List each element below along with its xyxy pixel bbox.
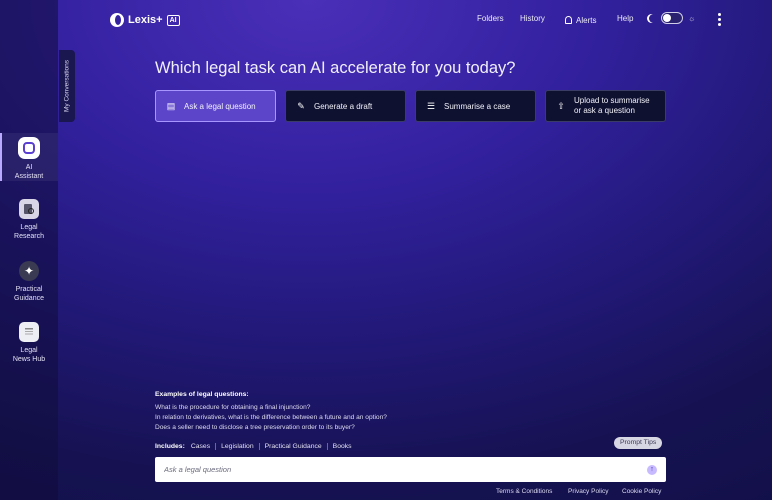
my-conversations-tab[interactable]: My Conversations [59,50,75,122]
lexis-logo-icon [110,13,124,27]
chat-icon: ▤ [166,100,176,111]
cookie-link[interactable]: Cookie Policy [622,488,661,495]
nav-alerts-label: Alerts [576,15,597,25]
source-practical-guidance: Practical Guidance [258,443,327,450]
nav-alerts[interactable]: Alerts [565,14,596,26]
ai-badge: AI [166,14,180,26]
left-nav-rail: AI Assistant Legal Research ✦ Practical … [0,0,58,500]
sidebar-item-label: Research [14,233,44,240]
legal-research-icon [19,199,39,219]
theme-toggle[interactable] [661,12,683,24]
source-cases: Cases [190,443,211,450]
source-books: Books [326,443,357,450]
sidebar-item-legal-research[interactable]: Legal Research [0,199,58,241]
sidebar-item-label: Assistant [14,173,44,180]
nav-folders[interactable]: Folders [477,14,504,26]
privacy-link[interactable]: Privacy Policy [568,488,608,495]
includes-sources: Includes: Cases Legislation Practical Gu… [155,443,357,450]
example-question[interactable]: What is the procedure for obtaining a fi… [155,404,310,411]
sidebar-item-practical-guidance[interactable]: ✦ Practical Guidance [0,261,58,303]
nav-help[interactable]: Help [617,14,633,26]
page-title: Which legal task can AI accelerate for y… [155,59,516,77]
sidebar-item-label: Legal [20,347,38,354]
task-ask-legal-question[interactable]: ▤ Ask a legal question [155,90,276,122]
sidebar-item-ai-assistant[interactable]: AI Assistant [0,133,58,181]
sidebar-item-label: Practical [15,286,43,293]
app-name: Lexis+ [128,14,163,26]
task-label: Upload to summarise or ask a question [574,96,650,115]
sidebar-item-label: News Hub [12,356,46,363]
sun-icon: ☼ [688,13,696,23]
task-generate-draft[interactable]: ✎ Generate a draft [285,90,406,122]
task-summarise-case[interactable]: ☰ Summarise a case [415,90,536,122]
examples-title: Examples of legal questions: [155,391,249,398]
practical-guidance-icon: ✦ [19,261,39,281]
task-label: Summarise a case [444,101,511,111]
question-input[interactable] [164,465,647,474]
question-input-box: ↑ [155,457,666,482]
bell-icon [565,16,572,24]
ai-assistant-icon [18,137,40,159]
example-question[interactable]: Does a seller need to disclose a tree pr… [155,424,355,431]
sidebar-item-label: AI [25,164,33,171]
sidebar-item-label: Guidance [14,295,44,302]
send-icon[interactable]: ↑ [647,464,657,475]
sidebar-item-label: Legal [20,224,38,231]
task-upload[interactable]: ⇧ Upload to summarise or ask a question [545,90,666,122]
moon-icon [649,14,658,23]
theme-switch: ☼ [647,12,695,24]
nav-history[interactable]: History [520,14,545,26]
upload-icon: ⇧ [557,101,565,111]
sidebar-item-legal-news-hub[interactable]: Legal News Hub [0,322,58,364]
includes-label: Includes: [155,443,185,450]
news-hub-icon [19,322,39,342]
task-label: Generate a draft [314,101,373,111]
list-icon: ☰ [426,100,436,111]
draft-icon: ✎ [297,100,305,111]
my-conversations-label: My Conversations [63,59,71,113]
terms-link[interactable]: Terms & Conditions [496,488,552,495]
source-legislation: Legislation [215,443,259,450]
prompt-tips-button[interactable]: Prompt Tips [614,437,663,449]
more-options-icon[interactable] [718,13,721,26]
task-label: Ask a legal question [184,101,256,111]
lexis-logo[interactable]: Lexis+ AI [110,12,180,28]
example-question[interactable]: In relation to derivatives, what is the … [155,414,387,421]
